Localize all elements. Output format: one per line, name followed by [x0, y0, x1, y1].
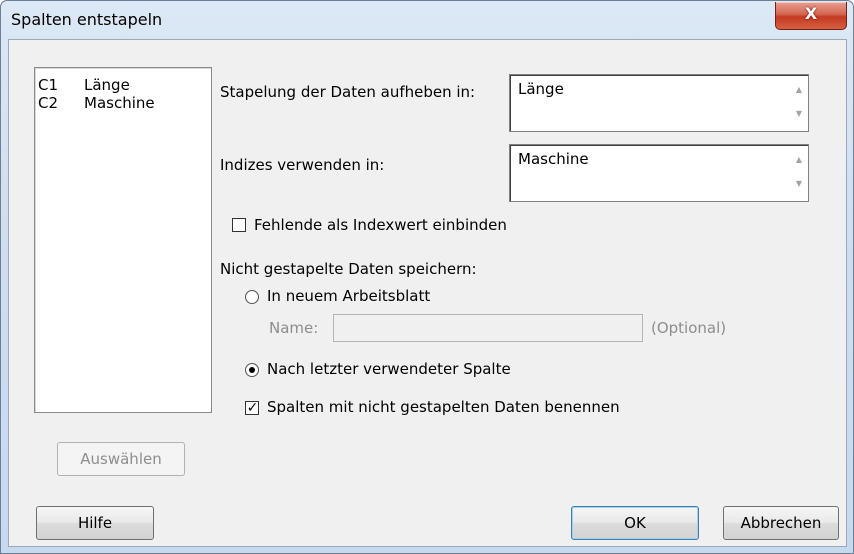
indices-scrollbar[interactable]: ▲ ▼ [790, 145, 808, 201]
indices-value: Maschine [518, 150, 589, 168]
after-last-column-radio[interactable] [245, 363, 259, 377]
unstack-label: Stapelung der Daten aufheben in: [220, 83, 476, 101]
scroll-down-icon[interactable]: ▼ [790, 179, 808, 188]
title-bar[interactable]: Spalten entstapeln X [1, 1, 853, 39]
column-name: Länge [84, 76, 130, 94]
help-button[interactable]: Hilfe [36, 506, 154, 540]
include-missing-label[interactable]: Fehlende als Indexwert einbinden [254, 216, 507, 234]
scroll-up-icon[interactable]: ▲ [790, 155, 808, 164]
unstack-value: Länge [518, 80, 564, 98]
scroll-down-icon[interactable]: ▼ [790, 109, 808, 118]
unstack-field[interactable]: Länge ▲ ▼ [509, 74, 809, 132]
optional-label: (Optional) [651, 319, 727, 337]
column-id: C2 [38, 94, 59, 112]
after-last-column-label[interactable]: Nach letzter verwendeter Spalte [267, 360, 511, 378]
worksheet-name-field[interactable] [333, 314, 643, 342]
dialog-window: Spalten entstapeln X C1 Länge C2 Maschin… [0, 0, 854, 554]
cancel-button[interactable]: Abbrechen [723, 506, 839, 540]
column-list[interactable]: C1 Länge C2 Maschine [34, 67, 212, 413]
name-columns-label[interactable]: Spalten mit nicht gestapelten Daten bene… [267, 398, 620, 416]
column-name: Maschine [84, 94, 155, 112]
dialog-title: Spalten entstapeln [11, 10, 163, 29]
radio-selected-dot [249, 367, 255, 373]
indices-field[interactable]: Maschine ▲ ▼ [509, 144, 809, 202]
unstack-scrollbar[interactable]: ▲ ▼ [790, 75, 808, 131]
new-worksheet-label[interactable]: In neuem Arbeitsblatt [267, 287, 430, 305]
dialog-body: C1 Länge C2 Maschine Stapelung der Daten… [8, 39, 847, 547]
name-columns-checkbox[interactable]: ✓ [245, 400, 259, 416]
indices-label: Indizes verwenden in: [220, 156, 385, 174]
close-button[interactable]: X [775, 2, 847, 30]
name-label: Name: [269, 319, 319, 337]
column-id: C1 [38, 76, 59, 94]
close-x-icon: X [804, 4, 818, 23]
new-worksheet-radio[interactable] [245, 290, 259, 304]
select-button[interactable]: Auswählen [57, 442, 185, 476]
scroll-up-icon[interactable]: ▲ [790, 85, 808, 94]
store-label: Nicht gestapelte Daten speichern: [220, 260, 477, 278]
include-missing-checkbox[interactable] [232, 218, 246, 232]
ok-button[interactable]: OK [571, 506, 699, 540]
checkmark-icon: ✓ [246, 400, 259, 416]
